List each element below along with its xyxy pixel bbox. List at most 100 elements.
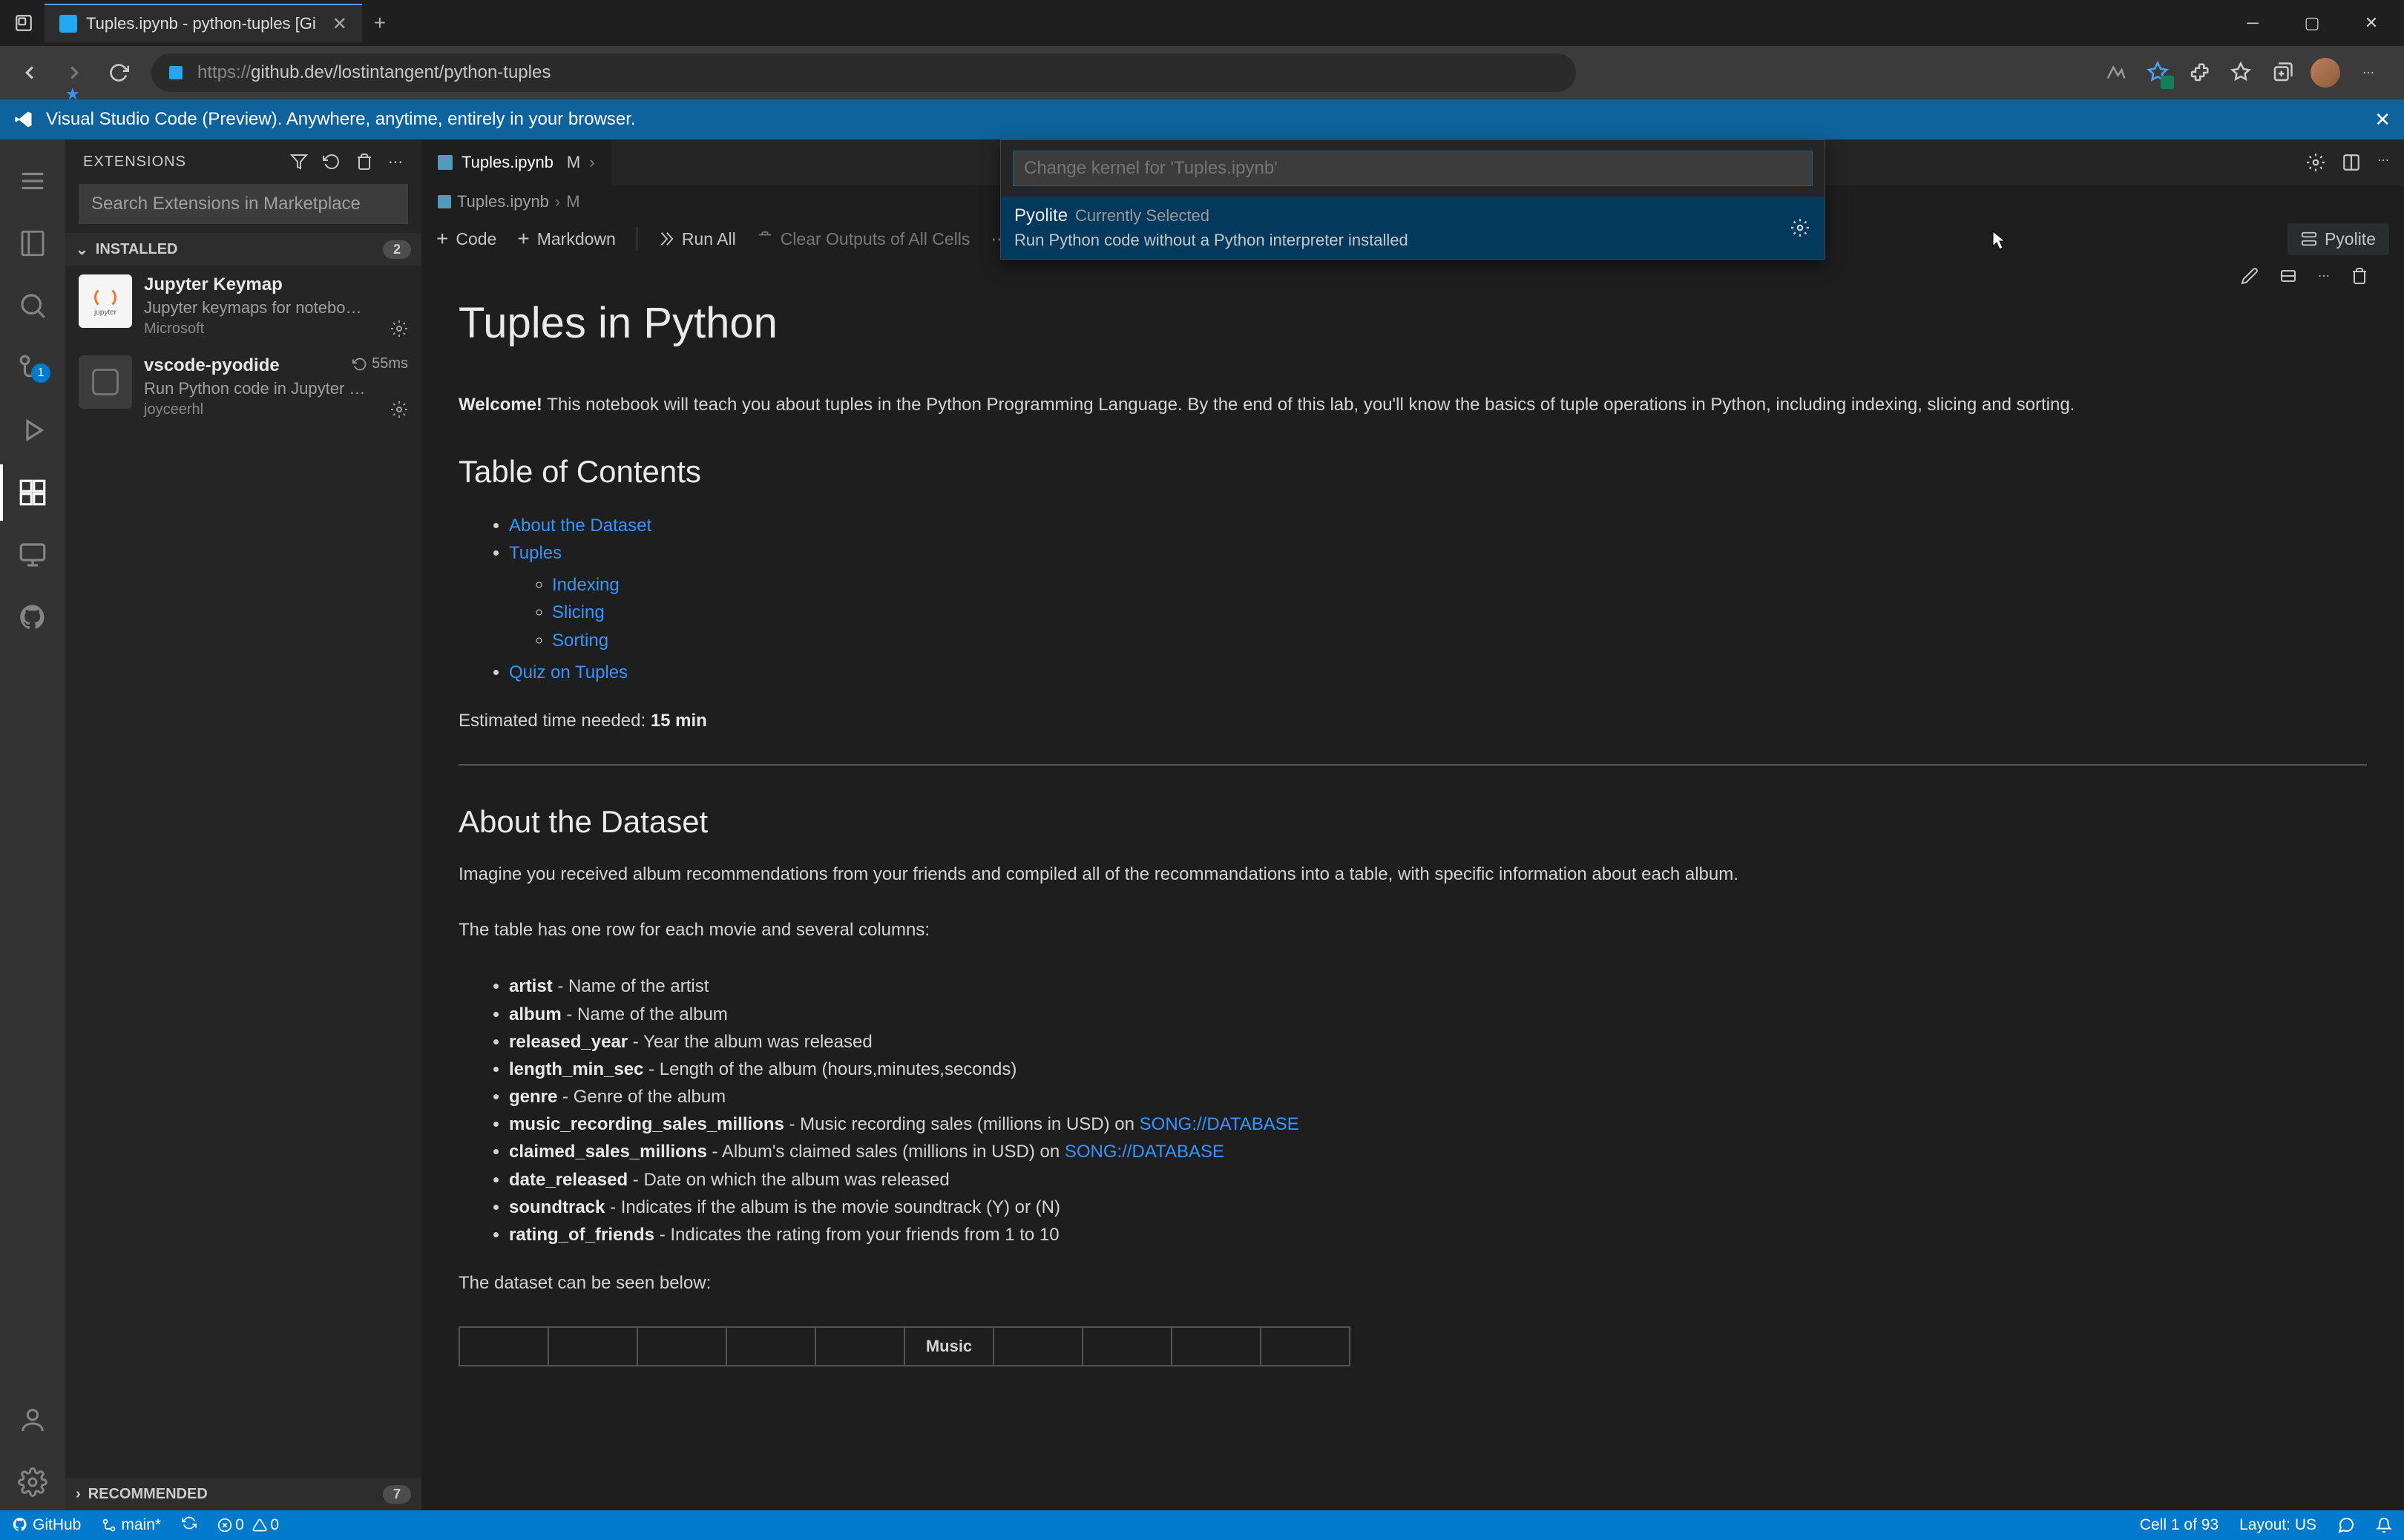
extensions-tab[interactable] [0, 464, 65, 521]
profile-avatar[interactable] [2311, 58, 2340, 88]
quick-input-field[interactable] [1013, 151, 1813, 186]
toc-link[interactable]: Tuples [509, 543, 562, 563]
edit-cell-icon[interactable] [2241, 267, 2259, 285]
explorer-tab[interactable] [0, 215, 65, 272]
status-layout[interactable]: Layout: US [2239, 1516, 2316, 1534]
toc-link[interactable]: Quiz on Tuples [509, 662, 628, 682]
minimize-icon[interactable]: ─ [2226, 5, 2279, 41]
database-link[interactable]: SONG://DATABASE [1140, 1114, 1299, 1134]
menu-button[interactable] [0, 153, 65, 209]
run-all-button[interactable]: Run All [658, 229, 736, 249]
settings-button[interactable] [0, 1454, 65, 1510]
editor-more-icon[interactable]: ⋯ [2377, 153, 2389, 172]
back-button[interactable] [9, 52, 50, 93]
refresh-button[interactable] [98, 52, 139, 93]
status-bar: GitHub main* 0 0 Cell 1 of 93 Layout: US [0, 1510, 2404, 1540]
tab-title: Tuples.ipynb - python-tuples [Gi [86, 14, 316, 33]
search-tab[interactable] [0, 277, 65, 334]
column-item: claimed_sales_millions - Album's claimed… [509, 1138, 2367, 1165]
gear-icon[interactable] [390, 320, 408, 338]
toc-link[interactable]: Slicing [552, 602, 605, 622]
column-item: released_year - Year the album was relea… [509, 1028, 2367, 1056]
status-bell-icon[interactable] [2376, 1517, 2392, 1533]
extension-name: Jupyter Keymap [144, 274, 408, 295]
performance-icon[interactable] [2103, 59, 2129, 86]
filter-icon[interactable] [290, 153, 308, 171]
status-sync[interactable] [182, 1516, 197, 1535]
recommended-section[interactable]: › RECOMMENDED 7 [65, 1478, 421, 1510]
notebook-content[interactable]: Tuples in Python Welcome! This notebook … [421, 292, 2404, 1510]
delete-cell-icon[interactable] [2351, 267, 2368, 285]
browser-tab[interactable]: Tuples.ipynb - python-tuples [Gi ✕ [45, 4, 362, 42]
split-editor-icon[interactable] [2342, 153, 2361, 172]
accounts-button[interactable] [0, 1392, 65, 1448]
file-icon [438, 155, 453, 170]
paragraph: The table has one row for each movie and… [459, 918, 2367, 944]
extension-item-vscode-pyodide[interactable]: vscode-pyodide Run Python code in Jupyte… [65, 346, 421, 427]
extensions-icon[interactable] [2186, 59, 2213, 86]
cell-toolbar: ⋯ [421, 260, 2404, 292]
paragraph: The dataset can be seen below: [459, 1271, 2367, 1297]
activation-time: 55ms [352, 355, 408, 372]
maximize-icon[interactable]: ▢ [2285, 5, 2339, 41]
column-item: length_min_sec - Length of the album (ho… [509, 1056, 2367, 1083]
favorites-icon[interactable] [2227, 59, 2254, 86]
tab-actions-button[interactable] [6, 5, 42, 41]
kernel-picker[interactable]: Pyolite [2288, 223, 2389, 255]
url-text: https://github.dev/lostintangent/python-… [197, 62, 1558, 83]
kernel-option-pyolite[interactable]: PyoliteCurrently Selected Run Python cod… [1001, 197, 1825, 259]
github-tab[interactable] [0, 589, 65, 645]
extension-item-jupyter-keymap[interactable]: jupyter Jupyter Keymap Jupyter keymaps f… [65, 266, 421, 346]
kernel-quick-input: PyoliteCurrently Selected Run Python cod… [1000, 139, 1825, 260]
status-feedback-icon[interactable] [2337, 1516, 2355, 1534]
add-code-cell-button[interactable]: +Code [436, 227, 496, 251]
status-cell[interactable]: Cell 1 of 93 [2140, 1516, 2219, 1534]
status-branch[interactable]: main* [102, 1516, 161, 1534]
close-tab-icon[interactable]: ✕ [332, 13, 347, 35]
site-identity-icon [169, 66, 183, 79]
add-markdown-cell-button[interactable]: +Markdown [517, 227, 615, 251]
kernel-gear-icon[interactable] [2306, 153, 2325, 172]
column-item: genre - Genre of the album [509, 1083, 2367, 1110]
toc-link[interactable]: Indexing [552, 575, 620, 595]
status-errors[interactable]: 0 0 [217, 1516, 279, 1534]
collections-icon[interactable] [2269, 59, 2296, 86]
toc-link[interactable]: Sorting [552, 631, 608, 651]
cell-more-icon[interactable]: ⋯ [2318, 269, 2330, 283]
installed-section[interactable]: ⌄ INSTALLED 2 [65, 233, 421, 266]
file-icon [438, 195, 451, 208]
toc-link[interactable]: About the Dataset [509, 516, 651, 536]
address-bar[interactable]: https://github.dev/lostintangent/python-… [151, 53, 1576, 92]
clear-outputs-button[interactable]: Clear Outputs of All Cells [757, 229, 971, 249]
banner-close-icon[interactable]: ✕ [2374, 108, 2391, 131]
shopping-icon[interactable] [2144, 59, 2171, 86]
jupyter-icon: jupyter [79, 274, 132, 328]
close-window-icon[interactable]: ✕ [2345, 5, 2398, 41]
chevron-down-icon: ⌄ [76, 240, 88, 259]
estimated-time: Estimated time needed: 15 min [459, 708, 2367, 734]
clear-icon[interactable] [355, 153, 373, 171]
editor-tab-tuples[interactable]: Tuples.ipynb M › [421, 139, 611, 185]
activity-bar: 1 [0, 139, 65, 1510]
gear-icon[interactable] [1790, 218, 1810, 237]
column-item: soundtrack - Indicates if the album is t… [509, 1194, 2367, 1221]
extensions-list: jupyter Jupyter Keymap Jupyter keymaps f… [65, 266, 421, 1478]
refresh-icon[interactable] [323, 153, 341, 171]
toc-list: About the Dataset Tuples Indexing Slicin… [459, 512, 2367, 686]
banner-text: Visual Studio Code (Preview). Anywhere, … [46, 109, 636, 130]
server-icon [2301, 231, 2317, 247]
status-github[interactable]: GitHub [12, 1516, 81, 1534]
browser-menu-icon[interactable]: ⋯ [2355, 59, 2382, 86]
gear-icon[interactable] [390, 401, 408, 418]
database-link[interactable]: SONG://DATABASE [1065, 1142, 1224, 1162]
remote-explorer-tab[interactable] [0, 527, 65, 583]
notebook-heading-1: Tuples in Python [459, 298, 2367, 348]
installed-count: 2 [383, 240, 411, 259]
split-cell-icon[interactable] [2279, 267, 2297, 285]
extensions-search-input[interactable]: Search Extensions in Marketplace [79, 184, 408, 224]
more-icon[interactable]: ⋯ [388, 153, 404, 171]
run-debug-tab[interactable] [0, 402, 65, 458]
source-control-tab[interactable]: 1 [0, 340, 65, 396]
chevron-right-icon: › [589, 153, 594, 172]
new-tab-button[interactable]: + [362, 11, 398, 35]
